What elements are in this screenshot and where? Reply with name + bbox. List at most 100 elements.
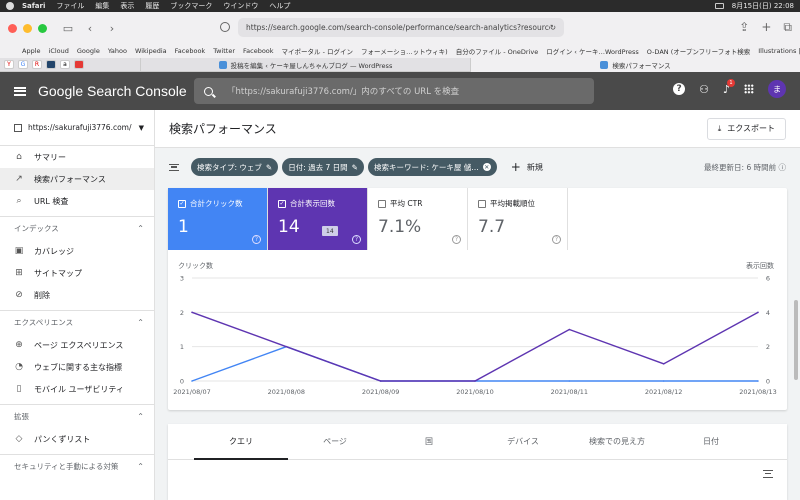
- help-icon[interactable]: ?: [452, 235, 461, 244]
- battery-icon[interactable]: [714, 3, 724, 9]
- help-icon[interactable]: ?: [552, 235, 561, 244]
- data-point[interactable]: [662, 380, 665, 382]
- sidebar-item[interactable]: ⊘ 削除: [0, 284, 154, 306]
- tab-dimension[interactable]: ページ: [288, 424, 382, 459]
- bookmark-item[interactable]: Google: [77, 47, 100, 55]
- data-point[interactable]: [757, 380, 759, 382]
- edit-icon[interactable]: ✎: [352, 163, 358, 172]
- bookmark-item[interactable]: ログイン ‹ ケーキ…WordPress: [546, 46, 639, 56]
- checkbox-checked-icon[interactable]: ✓: [178, 199, 186, 208]
- zoom-window-button[interactable]: [38, 23, 47, 33]
- checkbox-unchecked-icon[interactable]: [378, 199, 386, 208]
- tab-dimension[interactable]: 検索での見え方: [570, 424, 664, 459]
- sidebar-item[interactable]: ⌕ URL 検査: [0, 190, 154, 212]
- metric-average-position[interactable]: 平均掲載順位 7.7 ?: [468, 188, 568, 250]
- sidebar-item[interactable]: ⊕ ページ エクスペリエンス: [0, 334, 154, 356]
- data-point[interactable]: [757, 311, 759, 314]
- user-settings-icon[interactable]: ⚇: [699, 83, 709, 96]
- filter-chip-search-type[interactable]: 検索タイプ: ウェブ ✎: [191, 158, 279, 176]
- sidebar-item[interactable]: ◔ ウェブに関する主な指標: [0, 356, 154, 378]
- edit-icon[interactable]: ✎: [266, 163, 272, 172]
- sidebar-item[interactable]: ⌂ サマリー: [0, 146, 154, 168]
- menu-file[interactable]: ファイル: [56, 1, 84, 11]
- series-line[interactable]: [191, 345, 758, 382]
- help-icon[interactable]: ?: [252, 235, 261, 244]
- filter-chip-query[interactable]: 検索キーワード: ケーキ屋 儲… ✕: [367, 158, 497, 176]
- data-point[interactable]: [568, 328, 571, 331]
- sidebar-item[interactable]: ↗ 検索パフォーマンス: [0, 168, 154, 190]
- filter-chip-date[interactable]: 日付: 過去 7 日間 ✎: [282, 158, 364, 176]
- sidebar-section-header[interactable]: エクスペリエンス ⌃: [0, 310, 154, 334]
- reload-icon[interactable]: ↻: [550, 23, 556, 32]
- menu-icon[interactable]: [14, 86, 26, 96]
- metric-total-impressions[interactable]: ✓ 合計表示回数 14 14 ?: [268, 188, 368, 250]
- pinned-amazon-icon[interactable]: a: [60, 60, 70, 69]
- apple-icon[interactable]: [6, 2, 14, 10]
- checkbox-checked-icon[interactable]: ✓: [278, 199, 286, 208]
- minimize-window-button[interactable]: [23, 23, 32, 33]
- metric-total-clicks[interactable]: ✓ 合計クリック数 1 ?: [168, 188, 268, 250]
- property-selector[interactable]: https://sakurafuji3776.com/ ▼: [0, 110, 154, 146]
- tab-search-performance[interactable]: 検索パフォーマンス: [470, 57, 800, 72]
- bookmark-item[interactable]: Wikipedia: [135, 47, 167, 55]
- export-button[interactable]: ⤓ エクスポート: [706, 117, 786, 140]
- address-bar[interactable]: https://search.google.com/search-console…: [238, 18, 564, 37]
- menu-edit[interactable]: 編集: [95, 1, 109, 11]
- sidebar-section-header[interactable]: 拡張 ⌃: [0, 404, 154, 428]
- help-icon[interactable]: ?: [352, 235, 361, 244]
- sidebar-item[interactable]: ▯ モバイル ユーザビリティ: [0, 378, 154, 400]
- share-icon[interactable]: ⇪: [739, 20, 749, 35]
- bookmark-item[interactable]: Facebook: [243, 47, 274, 55]
- remove-filter-icon[interactable]: ✕: [482, 163, 491, 171]
- bookmark-item[interactable]: フォーメーショ…ットウィキ): [361, 46, 448, 56]
- data-point[interactable]: [379, 380, 382, 382]
- help-circle-icon[interactable]: ⓘ: [779, 163, 787, 172]
- app-logo[interactable]: Google Search Console: [38, 83, 187, 99]
- menu-window[interactable]: ウインドウ: [223, 1, 258, 11]
- metric-average-ctr[interactable]: 平均 CTR 7.1% ?: [368, 188, 468, 250]
- pinned-site-icon[interactable]: [46, 60, 56, 69]
- pinned-youtube-icon[interactable]: [74, 60, 84, 69]
- avatar[interactable]: ま: [768, 80, 786, 98]
- sidebar-item[interactable]: ◇ パンくずリスト: [0, 428, 154, 450]
- help-icon[interactable]: ?: [673, 83, 686, 95]
- bookmark-item[interactable]: Apple: [22, 47, 41, 55]
- bookmark-item[interactable]: Yahoo: [108, 47, 127, 55]
- menu-safari[interactable]: Safari: [22, 2, 45, 10]
- sidebar-toggle-icon[interactable]: ▭: [61, 21, 75, 35]
- pinned-google-icon[interactable]: G: [18, 60, 28, 69]
- checkbox-unchecked-icon[interactable]: [478, 199, 486, 208]
- data-point[interactable]: [285, 345, 288, 348]
- pinned-yahoo-icon[interactable]: Y: [4, 60, 14, 69]
- tab-dimension[interactable]: 日付: [664, 424, 758, 459]
- menu-view[interactable]: 表示: [120, 1, 134, 11]
- new-filter-button[interactable]: + 新規: [511, 160, 543, 174]
- bell-icon[interactable]: ♪ 1: [723, 78, 735, 96]
- pinned-rakuten-icon[interactable]: R: [32, 60, 42, 69]
- table-filter-icon[interactable]: [763, 470, 773, 478]
- bookmark-item[interactable]: iCloud: [49, 47, 69, 55]
- bookmark-item[interactable]: Twitter: [213, 47, 235, 55]
- url-inspect-search[interactable]: 「https://sakurafuji3776.com/」内のすべての URL …: [194, 78, 594, 104]
- tab-dimension[interactable]: 国: [382, 424, 476, 459]
- privacy-shield-icon[interactable]: [220, 22, 230, 32]
- forward-icon[interactable]: ›: [105, 21, 119, 35]
- clock[interactable]: 8月15日(日) 22:08: [732, 1, 794, 11]
- data-point[interactable]: [191, 380, 193, 382]
- menu-bookmarks[interactable]: ブックマーク: [170, 1, 212, 11]
- new-tab-icon[interactable]: +: [761, 20, 771, 35]
- menu-history[interactable]: 履歴: [145, 1, 159, 11]
- bookmark-item[interactable]: 自分のファイル - OneDrive: [456, 46, 539, 56]
- sidebar-section-header[interactable]: セキュリティと手動による対策 ⌃: [0, 454, 154, 478]
- apps-grid-icon[interactable]: [744, 84, 754, 94]
- bookmark-item[interactable]: マイポータル - ログイン: [282, 46, 353, 56]
- sidebar-section-header[interactable]: インデックス ⌃: [0, 216, 154, 240]
- tab-dimension[interactable]: クエリ: [194, 424, 288, 460]
- close-window-button[interactable]: [8, 23, 17, 33]
- bookmark-item[interactable]: O-DAN (オープンフリーフォト検索: [647, 46, 750, 56]
- data-point[interactable]: [568, 380, 571, 382]
- bookmark-item[interactable]: Facebook: [175, 47, 206, 55]
- sidebar-item[interactable]: ⊞ サイトマップ: [0, 262, 154, 284]
- data-point[interactable]: [474, 380, 476, 382]
- scrollbar[interactable]: [794, 300, 798, 380]
